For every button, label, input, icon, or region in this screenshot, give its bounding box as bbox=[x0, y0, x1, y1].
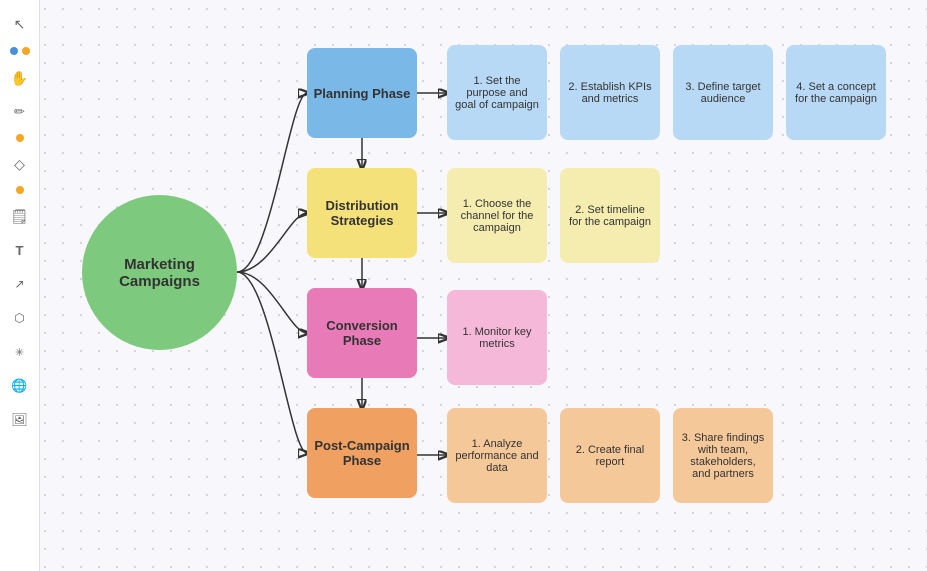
phase-conversion-label: Conversion Phase bbox=[307, 318, 417, 348]
phase-distribution-label: Distribution Strategies bbox=[307, 198, 417, 228]
sub-conversion-1-label: 1. Monitor key metrics bbox=[455, 326, 539, 350]
sub-conversion-1[interactable]: 1. Monitor key metrics bbox=[447, 290, 547, 385]
sub-planning-1-label: 1. Set the purpose and goal of campaign bbox=[455, 75, 539, 111]
phase-distribution-box[interactable]: Distribution Strategies bbox=[307, 168, 417, 258]
sub-post-2[interactable]: 2. Create final report bbox=[560, 408, 660, 503]
sub-planning-4-label: 4. Set a concept for the campaign bbox=[794, 81, 878, 105]
sub-planning-4[interactable]: 4. Set a concept for the campaign bbox=[786, 45, 886, 140]
text-icon[interactable]: T bbox=[6, 236, 34, 264]
globe-icon[interactable]: 🌐 bbox=[6, 372, 34, 400]
connector-icon[interactable]: ↗ bbox=[6, 270, 34, 298]
left-toolbar: ↖ ✋ ✏ ◇ 🗒 T ↗ ⬡ ✳ 🌐 🖼 bbox=[0, 0, 40, 571]
phase-conversion-box[interactable]: Conversion Phase bbox=[307, 288, 417, 378]
sub-post-3[interactable]: 3. Share findings with team, stakeholder… bbox=[673, 408, 773, 503]
cursor-icon[interactable]: ↖ bbox=[6, 10, 34, 38]
note-icon[interactable]: 🗒 bbox=[6, 202, 34, 230]
sub-distribution-1[interactable]: 1. Choose the channel for the campaign bbox=[447, 168, 547, 263]
sub-planning-3-label: 3. Define target audience bbox=[681, 81, 765, 105]
phase-planning-label: Planning Phase bbox=[314, 86, 411, 101]
canvas: Marketing Campaigns Planning Phase Distr… bbox=[40, 0, 927, 571]
sub-planning-2-label: 2. Establish KPIs and metrics bbox=[568, 81, 652, 105]
orange-dot bbox=[22, 47, 30, 55]
orange-dot2 bbox=[16, 134, 24, 142]
center-node[interactable]: Marketing Campaigns bbox=[82, 195, 237, 350]
center-node-label: Marketing Campaigns bbox=[82, 256, 237, 290]
phase-post-box[interactable]: Post-Campaign Phase bbox=[307, 408, 417, 498]
sub-post-2-label: 2. Create final report bbox=[568, 444, 652, 468]
plugin-icon[interactable]: ✳ bbox=[6, 338, 34, 366]
sub-distribution-1-label: 1. Choose the channel for the campaign bbox=[455, 198, 539, 234]
sub-post-1[interactable]: 1. Analyze performance and data bbox=[447, 408, 547, 503]
sub-planning-3[interactable]: 3. Define target audience bbox=[673, 45, 773, 140]
shape-icon[interactable]: ◇ bbox=[6, 150, 34, 178]
sub-post-3-label: 3. Share findings with team, stakeholder… bbox=[681, 432, 765, 480]
sub-distribution-2[interactable]: 2. Set timeline for the campaign bbox=[560, 168, 660, 263]
hand-icon[interactable]: ✋ bbox=[6, 64, 34, 92]
blue-dot bbox=[10, 47, 18, 55]
phase-planning-box[interactable]: Planning Phase bbox=[307, 48, 417, 138]
sub-planning-1[interactable]: 1. Set the purpose and goal of campaign bbox=[447, 45, 547, 140]
sub-post-1-label: 1. Analyze performance and data bbox=[455, 438, 539, 474]
sub-distribution-2-label: 2. Set timeline for the campaign bbox=[568, 204, 652, 228]
orange-dot3 bbox=[16, 186, 24, 194]
network-icon[interactable]: ⬡ bbox=[6, 304, 34, 332]
pen-icon[interactable]: ✏ bbox=[6, 98, 34, 126]
phase-post-label: Post-Campaign Phase bbox=[307, 438, 417, 468]
image-icon[interactable]: 🖼 bbox=[6, 406, 34, 434]
sub-planning-2[interactable]: 2. Establish KPIs and metrics bbox=[560, 45, 660, 140]
